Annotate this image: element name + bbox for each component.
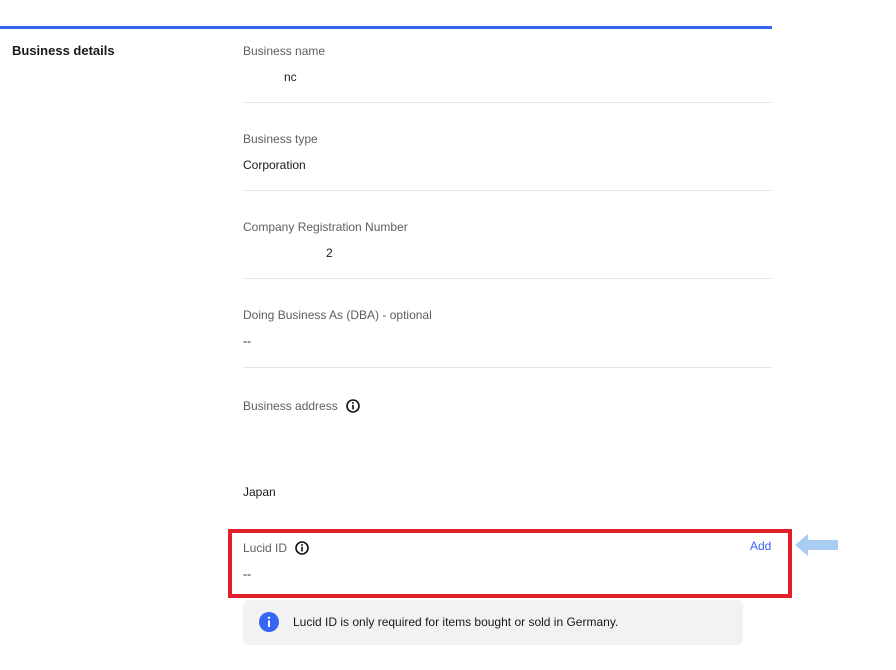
section-title: Business details: [12, 43, 115, 58]
registration-number-value: 2: [326, 246, 333, 260]
dba-value: --: [243, 334, 251, 348]
business-type-label: Business type: [243, 132, 318, 146]
info-icon[interactable]: [345, 399, 360, 413]
divider: [243, 190, 772, 191]
business-type-value: Corporation: [243, 158, 306, 172]
callout-arrow-icon: [795, 533, 839, 557]
business-address-label: Business address: [243, 399, 338, 413]
registration-number-label: Company Registration Number: [243, 220, 408, 234]
divider: [243, 102, 772, 103]
business-name-value: nc: [284, 70, 297, 84]
business-name-label: Business name: [243, 44, 326, 58]
highlight-box: [228, 529, 792, 598]
divider: [243, 278, 772, 279]
section-top-rule: [0, 26, 772, 29]
divider: [243, 367, 772, 368]
business-address-label-row: Business address: [243, 399, 360, 413]
dba-label: Doing Business As (DBA) - optional: [243, 308, 432, 322]
lucid-id-notice: Lucid ID is only required for items boug…: [243, 600, 743, 645]
business-details-page: Business details Business name nc Busine…: [0, 0, 896, 670]
notice-text: Lucid ID is only required for items boug…: [293, 615, 619, 629]
business-address-value: Japan: [243, 485, 276, 499]
info-filled-icon: [259, 612, 279, 632]
